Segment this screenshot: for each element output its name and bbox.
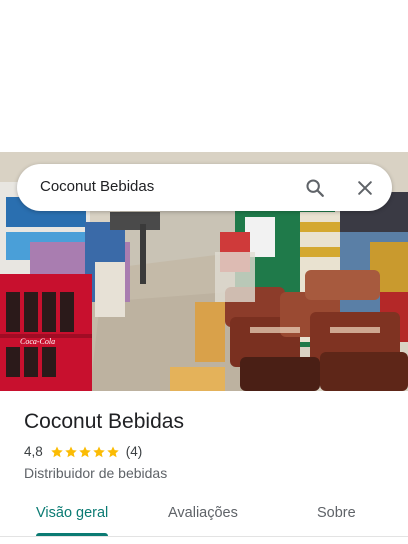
top-blank-area [0,0,408,152]
star-icon [79,445,91,457]
rating-row[interactable]: 4,8 (4) [24,444,142,459]
search-button[interactable] [299,172,331,204]
star-icon [107,445,119,457]
star-icon [93,445,105,457]
search-input[interactable]: Coconut Bebidas [40,178,154,195]
crate-logo-text: Coca-Cola [20,337,55,346]
rating-value: 4,8 [24,444,43,459]
active-tab-indicator [36,533,108,536]
clear-search-button[interactable] [349,172,381,204]
search-bar[interactable]: Coconut Bebidas [17,164,392,211]
place-category: Distribuidor de bebidas [24,465,168,481]
star-icon [65,445,77,457]
search-icon [306,179,324,197]
tab-overview[interactable]: Visão geral [36,505,108,521]
tab-about[interactable]: Sobre [317,505,356,521]
reviews-count: (4) [125,444,143,459]
star-icon [51,445,63,457]
rating-stars [50,445,120,459]
close-icon [358,181,372,195]
tab-reviews[interactable]: Avaliações [168,505,238,521]
place-tabs: Visão geral Avaliações Sobre [0,492,408,537]
place-title: Coconut Bebidas [24,410,184,433]
